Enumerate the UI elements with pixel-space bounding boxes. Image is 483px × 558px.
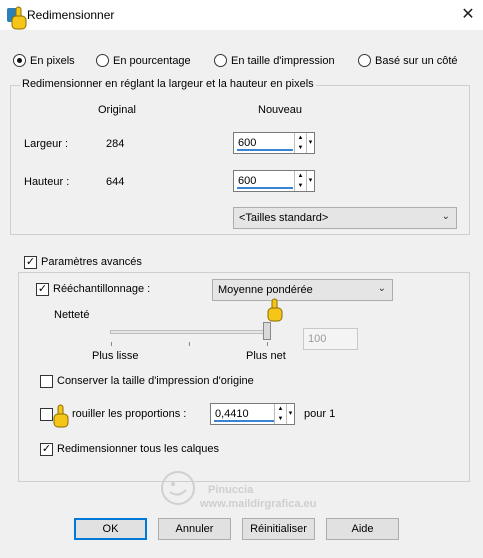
radio-en-pixels[interactable]: En pixels <box>13 54 75 67</box>
input-underline <box>237 187 293 189</box>
height-value: 600 <box>238 175 257 187</box>
radio-label: En pourcentage <box>113 54 191 67</box>
standard-sizes-select[interactable]: <Tailles standard> ⌄ <box>233 207 457 229</box>
watermark-url: www.maildirgrafica.eu <box>200 498 317 510</box>
spin-up-icon[interactable]: ▲ <box>295 171 306 181</box>
ratio-dropdown-icon[interactable]: ▾ <box>286 404 294 424</box>
lock-ratio-label: rouiller les proportions : <box>72 408 187 420</box>
slider-tick <box>267 342 268 346</box>
ok-button[interactable]: OK <box>74 518 147 540</box>
ratio-value: 0,4410 <box>215 408 249 420</box>
sharpness-slider-thumb[interactable] <box>263 322 271 340</box>
radio-indicator <box>358 54 371 67</box>
input-underline <box>214 420 274 422</box>
pointing-hand-icon <box>267 298 283 322</box>
help-button[interactable]: Aide <box>326 518 399 540</box>
cancel-button[interactable]: Annuler <box>158 518 231 540</box>
radio-label: Basé sur un côté <box>375 54 458 67</box>
advanced-label: Paramètres avancés <box>41 256 142 268</box>
height-label: Hauteur : <box>24 176 70 188</box>
keep-print-size-label: Conserver la taille d'impression d'origi… <box>57 375 254 387</box>
resample-checkbox[interactable]: ✓ <box>36 283 49 296</box>
height-spinner[interactable]: ▲ ▼ <box>294 171 306 191</box>
width-input[interactable]: 600 ▲ ▼ ▾ <box>233 132 315 154</box>
spin-down-icon[interactable]: ▼ <box>275 414 286 424</box>
sharpness-value: 100 <box>308 333 327 345</box>
pixel-group-title: Redimensionner en réglant la largeur et … <box>20 78 316 90</box>
ratio-input[interactable]: 0,4410 ▲ ▼ ▾ <box>210 403 295 425</box>
slider-tick <box>189 342 190 346</box>
width-value: 600 <box>238 137 257 149</box>
resize-all-layers-label: Redimensionner tous les calques <box>57 443 220 455</box>
resample-method-select[interactable]: Moyenne pondérée ⌄ <box>212 279 393 301</box>
width-spinner[interactable]: ▲ ▼ <box>294 133 306 153</box>
slider-tick <box>111 342 112 346</box>
watermark-logo <box>161 471 195 505</box>
pointing-hand-icon <box>11 6 27 30</box>
radio-indicator <box>13 54 26 67</box>
advanced-checkbox[interactable]: ✓ <box>24 256 37 269</box>
standard-sizes-value: <Tailles standard> <box>239 212 329 224</box>
ratio-suffix: pour 1 <box>304 408 336 420</box>
close-icon[interactable]: ✕ <box>456 3 480 27</box>
window-title: Redimensionner <box>27 8 115 22</box>
resize-all-layers-checkbox[interactable]: ✓ <box>40 443 53 456</box>
pointing-hand-icon <box>53 404 69 428</box>
radio-taille-impression[interactable]: En taille d'impression <box>214 54 335 67</box>
sharpness-label: Netteté <box>54 309 90 321</box>
radio-indicator <box>214 54 227 67</box>
sharpness-value-input: 100 <box>303 328 358 350</box>
chevron-down-icon: ⌄ <box>377 283 386 294</box>
resample-label: Rééchantillonnage : <box>53 283 151 295</box>
spin-down-icon[interactable]: ▼ <box>295 181 306 191</box>
spin-down-icon[interactable]: ▼ <box>295 143 306 153</box>
resample-method-value: Moyenne pondérée <box>218 284 313 296</box>
radio-indicator <box>96 54 109 67</box>
width-dropdown-icon[interactable]: ▾ <box>306 133 314 153</box>
watermark-name: Pinuccia <box>208 484 254 496</box>
radio-label: En pixels <box>30 54 75 67</box>
reset-button[interactable]: Réinitialiser <box>242 518 315 540</box>
height-dropdown-icon[interactable]: ▾ <box>306 171 314 191</box>
height-original: 644 <box>106 176 125 188</box>
sharpness-slider-track[interactable] <box>110 330 270 334</box>
slider-max-label: Plus net <box>246 350 286 362</box>
ratio-spinner[interactable]: ▲ ▼ <box>274 404 286 424</box>
col-original-header: Original <box>98 104 136 116</box>
radio-label: En taille d'impression <box>231 54 335 67</box>
radio-en-pourcentage[interactable]: En pourcentage <box>96 54 191 67</box>
chevron-down-icon: ⌄ <box>441 211 450 222</box>
slider-min-label: Plus lisse <box>92 350 139 362</box>
width-label: Largeur : <box>24 138 69 150</box>
spin-up-icon[interactable]: ▲ <box>275 404 286 414</box>
radio-base-sur-un-cote[interactable]: Basé sur un côté <box>358 54 458 67</box>
input-underline <box>237 149 293 151</box>
keep-print-size-checkbox[interactable] <box>40 375 53 388</box>
height-input[interactable]: 600 ▲ ▼ ▾ <box>233 170 315 192</box>
width-original: 284 <box>106 138 125 150</box>
spin-up-icon[interactable]: ▲ <box>295 133 306 143</box>
col-nouveau-header: Nouveau <box>258 104 303 116</box>
